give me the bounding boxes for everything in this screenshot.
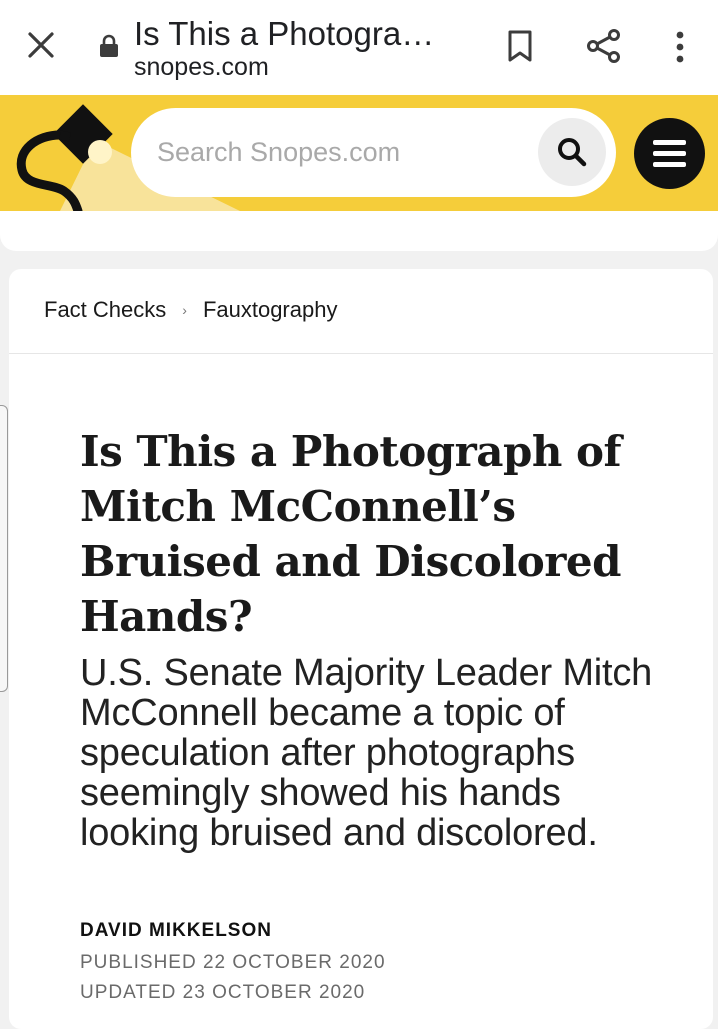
updated-date: UPDATED 23 OCTOBER 2020 bbox=[80, 982, 366, 1003]
more-vert-icon[interactable] bbox=[670, 30, 690, 64]
chevron-right-icon: › bbox=[182, 302, 187, 318]
hamburger-menu-icon-bar bbox=[653, 151, 686, 156]
article-title: Is This a Photograph of Mitch McConnell’… bbox=[80, 427, 622, 641]
breadcrumb: Fact Checks › Fauxtography bbox=[44, 295, 337, 325]
article-card: Fact Checks › Fauxtography Is This a Pho… bbox=[9, 269, 713, 1029]
hamburger-menu-icon bbox=[653, 140, 686, 145]
article-subtitle: U.S. Senate Majority Leader Mitch McConn… bbox=[80, 652, 653, 854]
divider bbox=[9, 353, 713, 354]
lock-icon bbox=[100, 34, 118, 57]
snopes-logo[interactable] bbox=[12, 95, 132, 211]
bookmark-icon[interactable] bbox=[506, 29, 534, 63]
search-button[interactable] bbox=[538, 118, 606, 186]
header-strip bbox=[0, 211, 718, 251]
browser-toolbar: Is This a Photogra… snopes.com bbox=[0, 0, 718, 95]
close-icon[interactable] bbox=[26, 30, 56, 60]
published-date: PUBLISHED 22 OCTOBER 2020 bbox=[80, 952, 386, 973]
breadcrumb-fauxtography[interactable]: Fauxtography bbox=[203, 297, 338, 323]
author-name[interactable]: DAVID MIKKELSON bbox=[80, 920, 272, 942]
page-title-tab[interactable]: Is This a Photogra… bbox=[134, 14, 464, 54]
search-bar bbox=[131, 108, 616, 197]
share-icon[interactable] bbox=[586, 28, 622, 64]
hamburger-menu-button[interactable] bbox=[634, 118, 705, 189]
breadcrumb-fact-checks[interactable]: Fact Checks bbox=[44, 297, 166, 323]
url-domain[interactable]: snopes.com bbox=[134, 52, 269, 82]
site-header bbox=[0, 95, 718, 211]
search-input[interactable] bbox=[157, 130, 527, 174]
search-icon bbox=[558, 138, 587, 167]
side-edge-handle[interactable] bbox=[0, 405, 8, 692]
hamburger-menu-icon-bar bbox=[653, 162, 686, 167]
